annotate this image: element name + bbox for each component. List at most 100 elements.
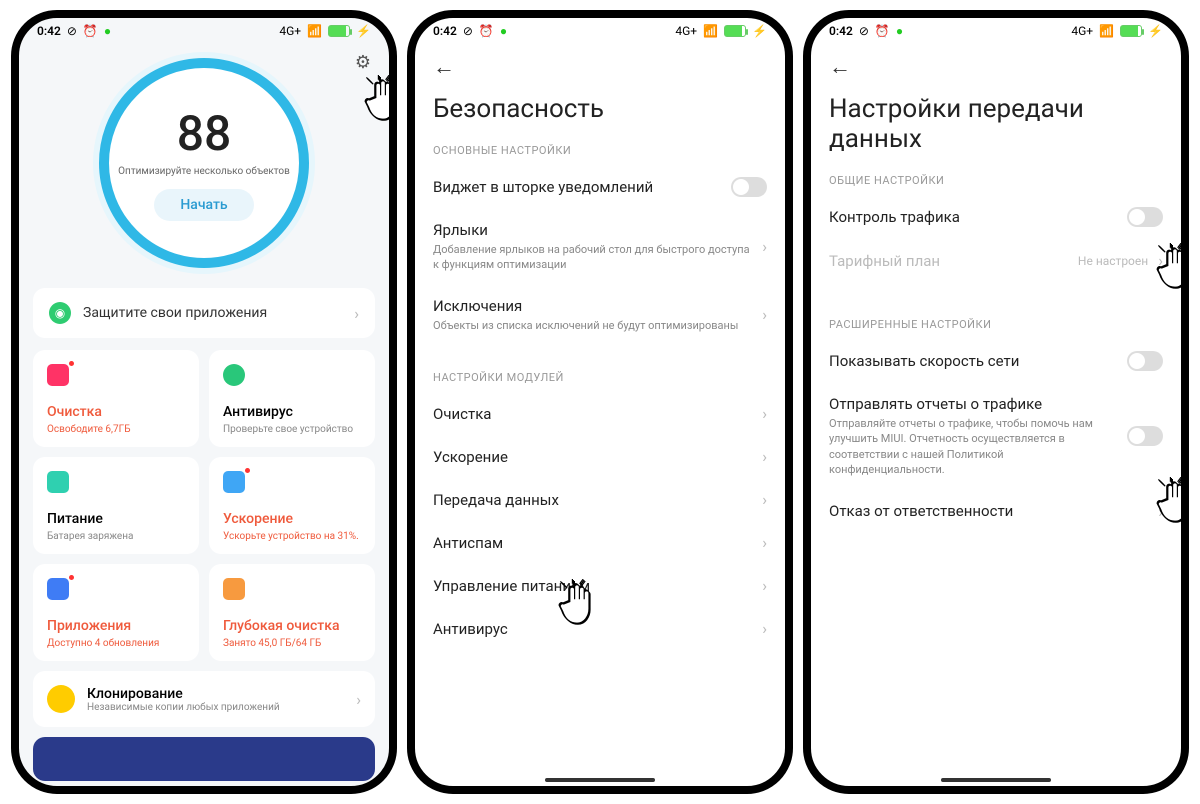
chevron-right-icon: › (762, 619, 767, 638)
card-power[interactable]: Питание Батарея заряжена (33, 457, 199, 554)
card-boost[interactable]: Ускорение Ускорьте устройство на 31%. (209, 457, 375, 554)
score-value: 88 (177, 105, 232, 162)
row-label: Ускорение (433, 448, 752, 466)
row-label: Ярлыки (433, 221, 752, 239)
card-cleanup[interactable]: Очистка Освободите 6,7ГБ (33, 350, 199, 447)
row-label: Передача данных (433, 491, 752, 509)
row-shortcuts[interactable]: Ярлыки Добавление ярлыков на рабочий сто… (429, 209, 771, 285)
signal-icon: 4G+ (1071, 24, 1093, 38)
home-indicator[interactable] (941, 778, 1051, 782)
row-label: Антиспам (433, 534, 752, 552)
row-exceptions[interactable]: Исключения Объекты из списка исключений … (429, 285, 771, 345)
row-label: Исключения (433, 297, 752, 315)
promo-banner[interactable] (33, 737, 375, 781)
card-deep-clean[interactable]: Глубокая очистка Занято 45,0 ГБ/64 ГБ (209, 564, 375, 661)
chevron-right-icon: › (762, 237, 767, 256)
card-sub: Проверьте свое устройство (223, 424, 361, 435)
settings-gear-icon[interactable]: ⚙ (355, 52, 371, 73)
row-disclaimer[interactable]: Отказ от ответственности › (825, 490, 1167, 533)
rocket-icon (223, 471, 245, 493)
toggle[interactable] (1127, 351, 1163, 371)
alarm-off-icon: ⊘ (859, 24, 869, 38)
row-show-speed[interactable]: Показывать скорость сети (825, 339, 1167, 383)
trash-icon (47, 364, 69, 386)
status-bar: 0:42 ⊘ ⏰ ● 4G+ 📶 ⚡ (415, 18, 785, 44)
clock-icon: ⏰ (479, 24, 494, 38)
row-label: Отправлять отчеты о трафике (829, 395, 1117, 413)
row-label: Виджет в шторке уведомлений (433, 178, 721, 196)
chevron-right-icon: › (762, 447, 767, 466)
row-traffic-control[interactable]: Контроль трафика (825, 195, 1167, 239)
dot-icon: ● (896, 24, 903, 38)
card-sub: Освободите 6,7ГБ (47, 424, 185, 435)
card-title: Клонирование (87, 686, 344, 702)
clock-icon: ⏰ (83, 24, 98, 38)
signal-icon: 4G+ (279, 24, 301, 38)
row-send-reports[interactable]: Отправлять отчеты о трафике Отправляйте … (825, 383, 1167, 490)
card-title: Очистка (47, 404, 185, 420)
score-subtitle: Оптимизируйте несколько объектов (118, 166, 290, 177)
battery-icon (328, 25, 350, 37)
chevron-right-icon: › (762, 576, 767, 595)
chevron-right-icon: › (762, 404, 767, 423)
signal-icon: 4G+ (675, 24, 697, 38)
back-button[interactable]: ← (829, 54, 851, 80)
start-button[interactable]: Начать (154, 189, 253, 221)
row-label: Очистка (433, 405, 752, 423)
row-data-transfer[interactable]: Передача данных› (429, 478, 771, 521)
home-indicator[interactable] (545, 778, 655, 782)
card-apps[interactable]: Приложения Доступно 4 обновления (33, 564, 199, 661)
status-time: 0:42 (433, 24, 457, 38)
card-antivirus[interactable]: Антивирус Проверьте свое устройство (209, 350, 375, 447)
row-label: Показывать скорость сети (829, 352, 1117, 370)
battery-icon (724, 25, 746, 37)
row-label: Отказ от ответственности (829, 502, 1148, 520)
toggle[interactable] (731, 177, 767, 197)
chevron-right-icon: › (1158, 502, 1163, 521)
card-clone[interactable]: Клонирование Независимые копии любых при… (33, 671, 375, 727)
toggle[interactable] (1127, 207, 1163, 227)
charge-icon: ⚡ (356, 24, 371, 38)
battery-icon (1120, 25, 1142, 37)
card-sub: Занято 45,0 ГБ/64 ГБ (223, 638, 361, 649)
chevron-right-icon: › (354, 304, 359, 323)
row-sub: Объекты из списка исключений не будут оп… (433, 318, 752, 333)
chevron-right-icon: › (356, 690, 361, 709)
protect-label: Защитите свои приложения (83, 305, 342, 321)
dot-icon: ● (500, 24, 507, 38)
protect-apps-row[interactable]: ◉ Защитите свои приложения › (33, 288, 375, 338)
status-time: 0:42 (829, 24, 853, 38)
battery-icon (47, 471, 69, 493)
status-bar: 0:42 ⊘ ⏰ ● 4G+ 📶 ⚡ (19, 18, 389, 44)
row-value: Не настроен (1078, 254, 1148, 268)
signal-bars-icon: 📶 (703, 24, 718, 38)
row-sub: Отправляйте отчеты о трафике, чтобы помо… (829, 416, 1117, 478)
apps-icon (47, 578, 69, 600)
clock-icon: ⏰ (875, 24, 890, 38)
row-antivirus[interactable]: Антивирус› (429, 607, 771, 650)
row-antispam[interactable]: Антиспам › (429, 521, 771, 564)
row-label: Управление питанием (433, 577, 752, 595)
section-header: НАСТРОЙКИ МОДУЛЕЙ (433, 371, 767, 384)
status-time: 0:42 (37, 24, 61, 38)
toggle[interactable] (1127, 426, 1163, 446)
back-button[interactable]: ← (433, 54, 455, 80)
signal-bars-icon: 📶 (307, 24, 322, 38)
row-label: Тарифный план (829, 252, 1068, 270)
row-boost[interactable]: Ускорение › (429, 435, 771, 478)
card-title: Приложения (47, 618, 185, 634)
card-sub: Батарея заряжена (47, 531, 185, 542)
card-sub: Ускорьте устройство на 31%. (223, 531, 361, 542)
card-title: Питание (47, 511, 185, 527)
row-cleanup[interactable]: Очистка › (429, 392, 771, 435)
chevron-right-icon: › (762, 533, 767, 552)
score-circle: 88 Оптимизируйте несколько объектов Нача… (33, 58, 375, 268)
row-notification-widget[interactable]: Виджет в шторке уведомлений (429, 165, 771, 209)
section-header: ОСНОВНЫЕ НАСТРОЙКИ (433, 144, 767, 157)
row-power-mgmt[interactable]: Управление питанием › (429, 564, 771, 607)
clone-icon (47, 685, 75, 713)
page-title: Безопасность (433, 94, 767, 124)
charge-icon: ⚡ (752, 24, 767, 38)
section-header: ОБЩИЕ НАСТРОЙКИ (829, 174, 1163, 187)
status-bar: 0:42 ⊘ ⏰ ● 4G+ 📶 ⚡ (811, 18, 1181, 44)
